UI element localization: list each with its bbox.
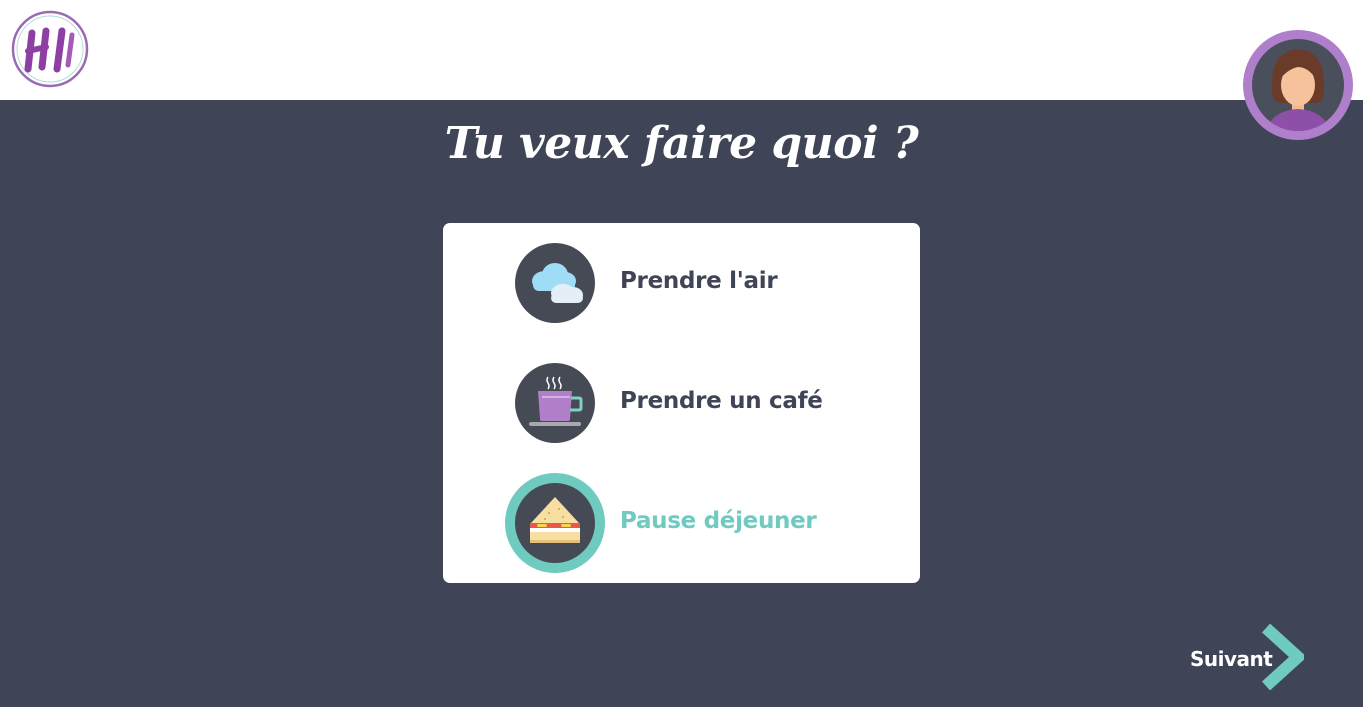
option-icon-circle-selected: [505, 473, 605, 573]
logo[interactable]: [10, 9, 90, 89]
option-pause-dejeuner[interactable]: Pause déjeuner: [443, 463, 920, 573]
option-label: Pause déjeuner: [620, 508, 817, 534]
logo-icon: [11, 10, 89, 88]
top-bar: [0, 0, 1363, 100]
option-icon-circle: [515, 363, 595, 443]
page-title: Tu veux faire quoi ?: [444, 118, 919, 169]
option-prendre-cafe[interactable]: Prendre un café: [443, 343, 920, 443]
option-prendre-air[interactable]: Prendre l'air: [443, 223, 920, 323]
coffee-cup-icon: [529, 376, 583, 426]
option-label: Prendre l'air: [620, 268, 778, 294]
option-label: Prendre un café: [620, 388, 823, 414]
options-card: Prendre l'air Prendre un café Pause déje…: [443, 223, 920, 583]
chevron-right-icon: [1261, 624, 1304, 690]
clouds-icon: [532, 263, 583, 303]
next-button[interactable]: Suivant: [1188, 622, 1308, 692]
sandwich-icon: [530, 497, 580, 543]
option-icon-circle: [515, 243, 595, 323]
